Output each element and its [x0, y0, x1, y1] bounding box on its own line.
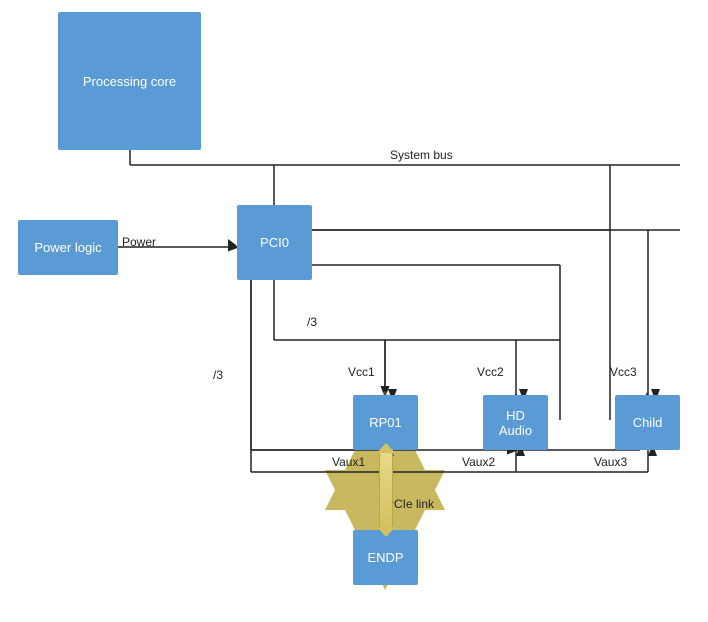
vaux2-label: Vaux2 [462, 455, 495, 469]
slash3-top-label: /3 [307, 315, 317, 329]
vaux3-label: Vaux3 [594, 455, 627, 469]
pcie-link-label: PCIe link [386, 497, 434, 511]
rp01-block: RP01 [353, 395, 418, 450]
vaux1-label: Vaux1 [332, 455, 365, 469]
diagram: Processing core Power logic PCI0 RP01 HD… [0, 0, 708, 622]
endp-block: ENDP [353, 530, 418, 585]
slash3-left-label: /3 [213, 368, 223, 382]
pcie-arrowhead-down [377, 527, 395, 537]
pcie-arrow-body [379, 450, 393, 530]
hd-audio-block: HD Audio [483, 395, 548, 450]
pcie-arrowhead-up [377, 443, 395, 453]
vcc2-label: Vcc2 [477, 365, 504, 379]
power-logic-block: Power logic [18, 220, 118, 275]
child-block: Child [615, 395, 680, 450]
power-arrow-icon [228, 239, 236, 251]
vcc1-label: Vcc1 [348, 365, 375, 379]
vcc3-label: Vcc3 [610, 365, 637, 379]
pci0-block: PCI0 [237, 205, 312, 280]
power-label: Power [122, 235, 156, 249]
system-bus-label: System bus [390, 148, 453, 162]
processing-core-block: Processing core [58, 12, 201, 150]
